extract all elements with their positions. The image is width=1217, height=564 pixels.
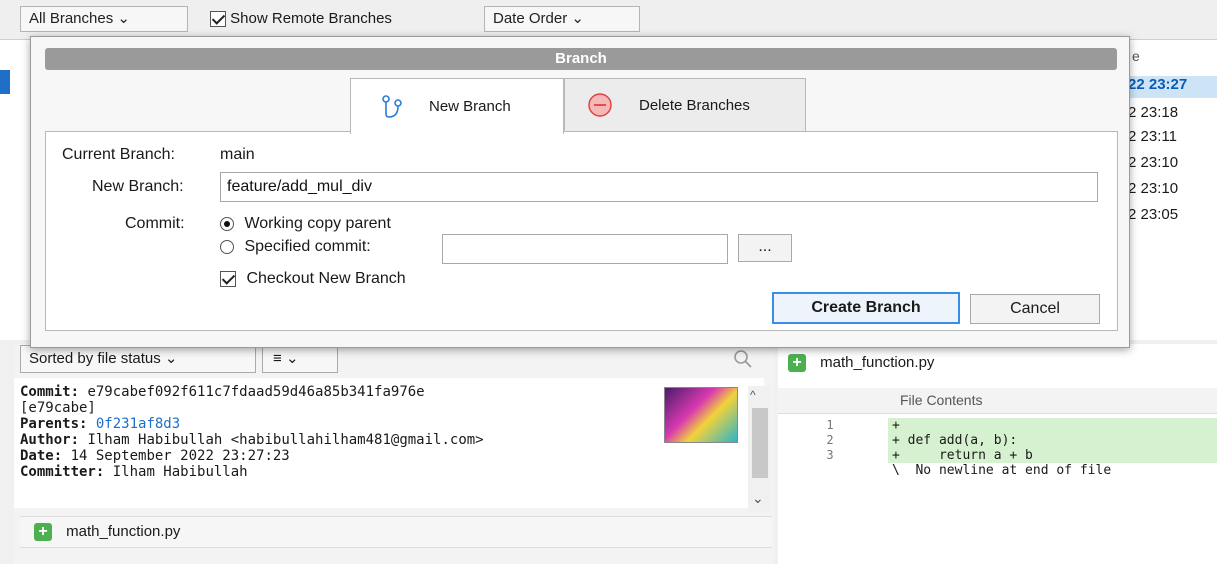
date-column-header[interactable]: e — [1128, 48, 1217, 72]
minus-circle-icon — [588, 93, 612, 117]
working-copy-label: Working copy parent — [244, 215, 391, 232]
line-number: 1 — [826, 418, 834, 432]
diff-line: + def add(a, b): — [888, 433, 1217, 448]
chevron-down-icon: ⌄ — [571, 10, 584, 27]
diff-line: + return a + b — [888, 448, 1217, 463]
sort-select[interactable]: Sorted by file status ⌄ — [20, 345, 256, 373]
branch-filter-select[interactable]: All Branches ⌄ — [20, 6, 188, 32]
author-label: Author: — [20, 432, 80, 448]
new-branch-input[interactable] — [220, 172, 1098, 202]
chevron-down-icon: ⌄ — [285, 350, 299, 367]
checkout-checkbox[interactable] — [220, 270, 236, 287]
tab-new-branch[interactable]: New Branch — [350, 78, 564, 134]
diff-line: \ No newline at end of file — [888, 463, 1217, 478]
current-branch-value: main — [220, 146, 255, 163]
author-value: Ilham Habibullah <habibullahilham481@gma… — [87, 432, 484, 448]
avatar — [664, 387, 738, 443]
parents-label: Parents: — [20, 416, 88, 432]
chevron-down-icon: ⌄ — [117, 10, 130, 27]
browse-commit-button[interactable]: ... — [738, 234, 792, 262]
specified-commit-label: Specified commit: — [244, 238, 371, 255]
selected-row-marker — [0, 70, 10, 94]
working-copy-option[interactable]: Working copy parent — [220, 215, 391, 233]
list-view-button[interactable]: ≡ ⌄ — [262, 345, 338, 373]
specified-commit-radio[interactable] — [220, 239, 234, 254]
checkout-label: Checkout New Branch — [246, 270, 406, 287]
chevron-down-icon[interactable]: ⌄ — [752, 490, 764, 507]
diff-file-header: + math_function.py — [784, 352, 1217, 378]
chevron-up-icon[interactable]: ^ — [750, 388, 756, 402]
cancel-button[interactable]: Cancel — [970, 294, 1100, 324]
checkout-new-branch-toggle[interactable]: Checkout New Branch — [220, 270, 406, 288]
list-icon: ≡ — [273, 350, 282, 367]
added-file-icon: + — [34, 523, 52, 542]
branch-filter-label: All Branches — [29, 10, 114, 27]
commit-details: Commit: e79cabef092f611c7fdaad59d46a85b3… — [14, 378, 764, 508]
show-remote-label: Show Remote Branches — [230, 10, 392, 27]
dialog-title: Branch — [45, 48, 1117, 70]
sort-select-label: Sorted by file status — [29, 350, 161, 367]
order-select-label: Date Order — [493, 10, 568, 27]
diff-line: + — [888, 418, 1217, 433]
commit-label: Commit: — [20, 384, 80, 400]
parent-commit-link[interactable]: 0f231af8d3 — [96, 416, 180, 432]
committer-value: Ilham Habibullah — [112, 464, 248, 480]
commit-date-cell[interactable]: 2 23:10 — [1124, 154, 1217, 176]
file-list-item[interactable]: + math_function.py — [20, 516, 772, 548]
show-remote-checkbox[interactable] — [210, 11, 226, 28]
commit-date-cell[interactable]: 2 23:18 — [1124, 104, 1217, 126]
specified-commit-input[interactable] — [442, 234, 728, 264]
date-value: 14 September 2022 23:27:23 — [70, 448, 290, 464]
current-branch-label: Current Branch: — [62, 146, 175, 163]
commit-date-cell[interactable]: 2 23:10 — [1124, 180, 1217, 202]
new-branch-label: New Branch: — [92, 178, 184, 195]
line-numbers: 1 2 3 — [778, 418, 882, 478]
search-icon[interactable] — [732, 348, 754, 370]
commit-date-cell[interactable]: 2 23:05 — [1124, 206, 1217, 228]
create-branch-button[interactable]: Create Branch — [772, 292, 960, 324]
tab-delete-branches[interactable]: Delete Branches — [564, 78, 806, 132]
short-hash: [e79cabe] — [20, 400, 96, 416]
commit-date-cell[interactable]: 22 23:27 — [1124, 76, 1217, 98]
diff-code: + + def add(a, b): + return a + b \ No n… — [888, 418, 1217, 478]
date-label: Date: — [20, 448, 63, 464]
line-number: 2 — [826, 433, 834, 447]
commit-hash: e79cabef092f611c7fdaad59d46a85b341fa976e — [87, 384, 425, 400]
details-scroll-thumb[interactable] — [752, 408, 768, 478]
branch-icon — [382, 94, 402, 118]
file-name: math_function.py — [66, 523, 181, 540]
order-select[interactable]: Date Order ⌄ — [484, 6, 640, 32]
show-remote-toggle[interactable]: Show Remote Branches — [210, 10, 470, 34]
tab-label: Delete Branches — [639, 96, 750, 114]
file-contents-header — [778, 388, 1217, 414]
committer-label: Committer: — [20, 464, 105, 480]
commit-date-cell[interactable]: 2 23:11 — [1124, 128, 1217, 150]
line-number: 3 — [826, 448, 834, 462]
added-file-icon: + — [788, 354, 806, 373]
specified-commit-option[interactable]: Specified commit: — [220, 238, 371, 256]
diff-file-name: math_function.py — [820, 354, 935, 371]
chevron-down-icon: ⌄ — [164, 350, 178, 367]
commit-label: Commit: — [125, 215, 185, 232]
working-copy-radio[interactable] — [220, 216, 234, 231]
tab-label: New Branch — [429, 98, 511, 115]
file-contents-label: File Contents — [900, 392, 983, 408]
